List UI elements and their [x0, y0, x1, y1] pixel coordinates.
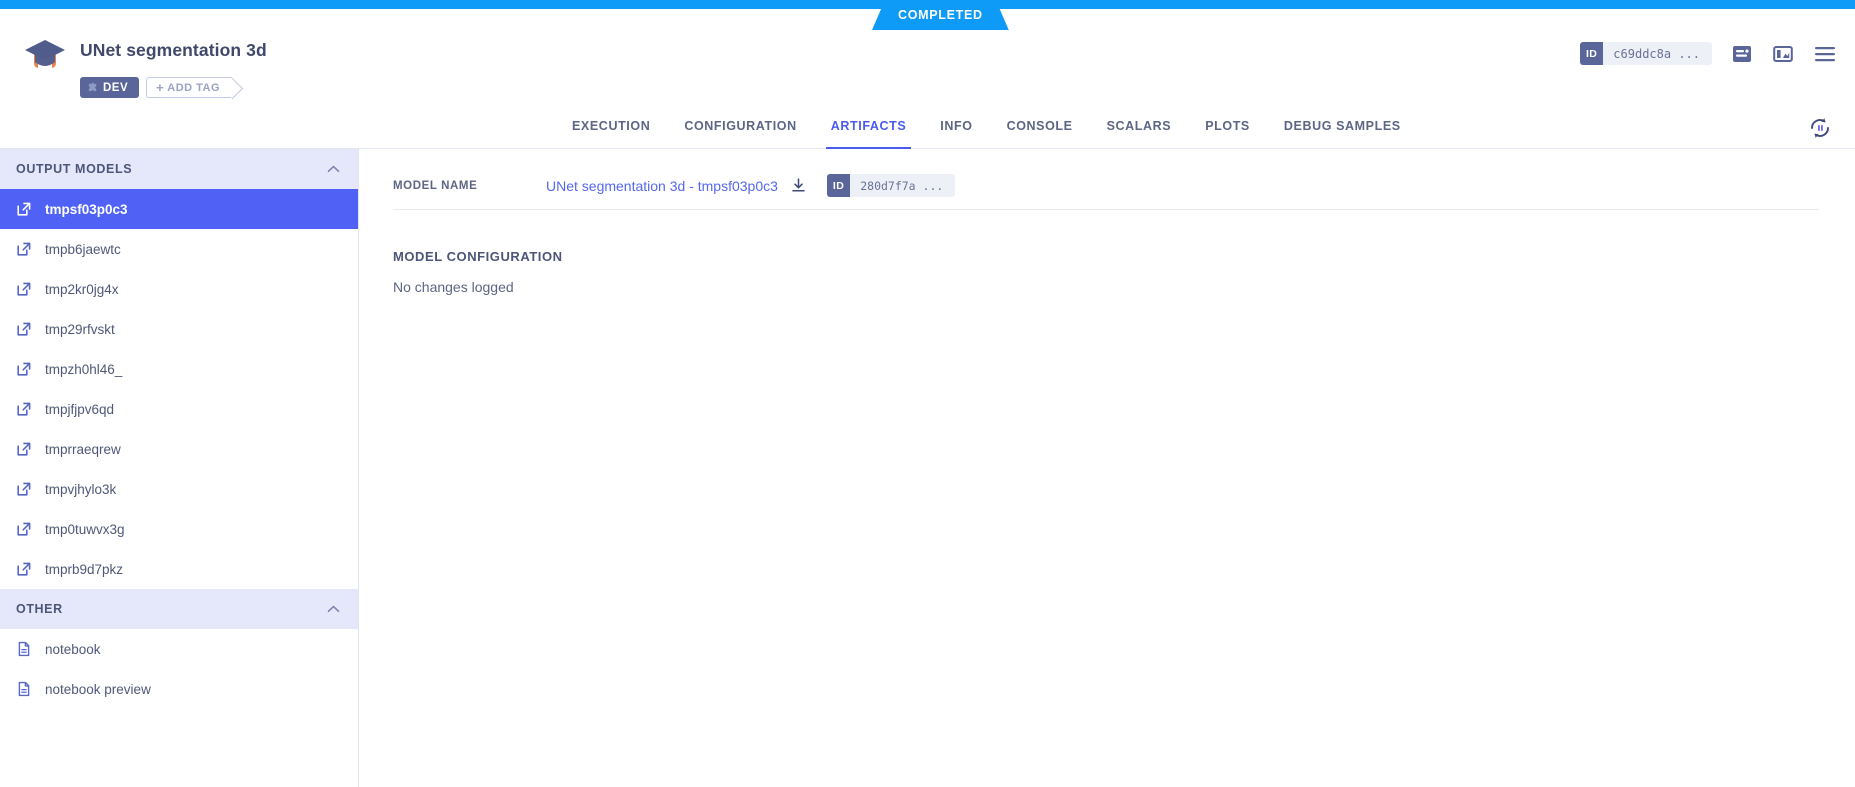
external-link-icon [16, 401, 32, 417]
document-icon [16, 641, 32, 657]
sidebar-item-label: tmpb6jaewtc [45, 242, 121, 257]
status-badge: COMPLETED [872, 0, 1009, 30]
artifacts-sidebar: OUTPUT MODELS tmpsf03p0c3 tmpb6jaewtc tm… [0, 149, 359, 787]
tab-plots[interactable]: PLOTS [1188, 106, 1267, 149]
experiment-id-badge[interactable]: ID c69ddc8a ... [1580, 42, 1712, 65]
sidebar-section-other[interactable]: OTHER [0, 589, 358, 629]
sidebar-section-title: OUTPUT MODELS [16, 162, 132, 176]
tab-debug-samples[interactable]: DEBUG SAMPLES [1267, 106, 1418, 149]
external-link-icon [16, 241, 32, 257]
external-link-icon [16, 321, 32, 337]
sidebar-item-tmprb9d7pkz[interactable]: tmprb9d7pkz [0, 549, 358, 589]
model-id-value: 280d7f7a ... [850, 179, 955, 193]
add-tag-button[interactable]: + ADD TAG [146, 77, 232, 98]
external-link-icon [16, 521, 32, 537]
artifact-detail-panel: MODEL NAME UNet segmentation 3d - tmpsf0… [360, 149, 1855, 787]
sidebar-item-label: tmpsf03p0c3 [45, 202, 128, 217]
external-link-icon [16, 441, 32, 457]
tab-configuration[interactable]: CONFIGURATION [667, 106, 813, 149]
model-name-link[interactable]: UNet segmentation 3d - tmpsf03p0c3 [546, 178, 778, 194]
page-title: UNet segmentation 3d [80, 40, 267, 61]
auto-refresh-paused-icon[interactable] [1807, 115, 1833, 141]
document-icon [16, 681, 32, 697]
sidebar-item-tmp29rfvskt[interactable]: tmp29rfvskt [0, 309, 358, 349]
tab-info[interactable]: INFO [923, 106, 989, 149]
external-link-icon [16, 481, 32, 497]
sidebar-section-output-models[interactable]: OUTPUT MODELS [0, 149, 358, 189]
tab-bar: EXECUTION CONFIGURATION ARTIFACTS INFO C… [0, 106, 1855, 149]
external-link-icon [16, 201, 32, 217]
sidebar-item-label: tmpvjhylo3k [45, 482, 116, 497]
sidebar-item-label: tmpjfjpv6qd [45, 402, 114, 417]
sidebar-item-label: notebook preview [45, 682, 151, 697]
tag-dev-label: DEV [103, 82, 128, 94]
external-link-icon [16, 561, 32, 577]
tab-console[interactable]: CONSOLE [990, 106, 1090, 149]
sidebar-item-label: tmprraeqrew [45, 442, 121, 457]
tab-scalars[interactable]: SCALARS [1090, 106, 1189, 149]
sidebar-section-title: OTHER [16, 602, 63, 616]
sidebar-item-tmp2kr0jg4x[interactable]: tmp2kr0jg4x [0, 269, 358, 309]
sidebar-item-tmprraeqrew[interactable]: tmprraeqrew [0, 429, 358, 469]
chevron-up-icon [327, 605, 340, 613]
tab-execution[interactable]: EXECUTION [555, 106, 667, 149]
tab-artifacts[interactable]: ARTIFACTS [814, 106, 924, 149]
log-view-icon[interactable] [1731, 43, 1753, 65]
puzzle-icon [87, 82, 98, 93]
sidebar-item-tmpb6jaewtc[interactable]: tmpb6jaewtc [0, 229, 358, 269]
sidebar-item-label: tmp0tuwvx3g [45, 522, 125, 537]
sidebar-item-tmpjfjpv6qd[interactable]: tmpjfjpv6qd [0, 389, 358, 429]
model-id-prefix: ID [827, 174, 850, 197]
sidebar-item-notebook[interactable]: notebook [0, 629, 358, 669]
sidebar-item-label: notebook [45, 642, 101, 657]
graduation-cap-icon [22, 33, 68, 77]
header-actions: ID c69ddc8a ... [1580, 42, 1837, 65]
add-tag-label: ADD TAG [167, 82, 220, 94]
sidebar-item-tmpvjhylo3k[interactable]: tmpvjhylo3k [0, 469, 358, 509]
model-id-badge[interactable]: ID 280d7f7a ... [827, 174, 955, 197]
sidebar-item-label: tmp29rfvskt [45, 322, 115, 337]
tag-dev[interactable]: DEV [80, 77, 139, 98]
sidebar-item-tmpsf03p0c3[interactable]: tmpsf03p0c3 [0, 189, 358, 229]
id-badge-prefix: ID [1580, 42, 1603, 65]
panel-layout-icon[interactable] [1772, 43, 1794, 65]
id-badge-value: c69ddc8a ... [1603, 47, 1712, 61]
tab-list: EXECUTION CONFIGURATION ARTIFACTS INFO C… [555, 106, 1418, 149]
plus-icon: + [156, 81, 164, 94]
model-name-row: MODEL NAME UNet segmentation 3d - tmpsf0… [393, 162, 1819, 210]
model-name-label: MODEL NAME [393, 180, 513, 192]
model-configuration-body: No changes logged [393, 279, 514, 295]
sidebar-item-tmp0tuwvx3g[interactable]: tmp0tuwvx3g [0, 509, 358, 549]
chevron-up-icon [327, 165, 340, 173]
download-icon[interactable] [790, 177, 807, 194]
sidebar-item-tmpzh0hl46[interactable]: tmpzh0hl46_ [0, 349, 358, 389]
sidebar-item-notebook-preview[interactable]: notebook preview [0, 669, 358, 709]
hamburger-menu-icon[interactable] [1813, 44, 1837, 64]
sidebar-item-label: tmpzh0hl46_ [45, 362, 122, 377]
tag-row: DEV + ADD TAG [80, 77, 232, 98]
external-link-icon [16, 281, 32, 297]
model-configuration-title: MODEL CONFIGURATION [393, 249, 563, 264]
sidebar-item-label: tmprb9d7pkz [45, 562, 123, 577]
external-link-icon [16, 361, 32, 377]
sidebar-item-label: tmp2kr0jg4x [45, 282, 119, 297]
